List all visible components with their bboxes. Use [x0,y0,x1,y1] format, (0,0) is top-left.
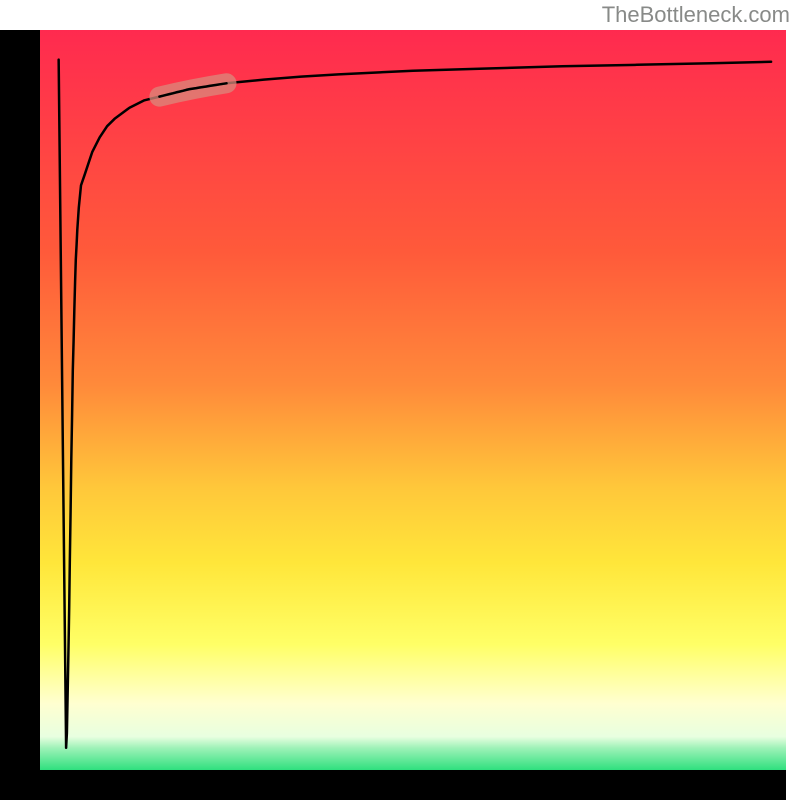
chart-area: TheBottleneck.com [0,0,800,800]
right-margin [786,0,800,800]
gradient-background [40,30,786,770]
watermark-text: TheBottleneck.com [602,2,790,28]
chart-svg [0,0,800,800]
